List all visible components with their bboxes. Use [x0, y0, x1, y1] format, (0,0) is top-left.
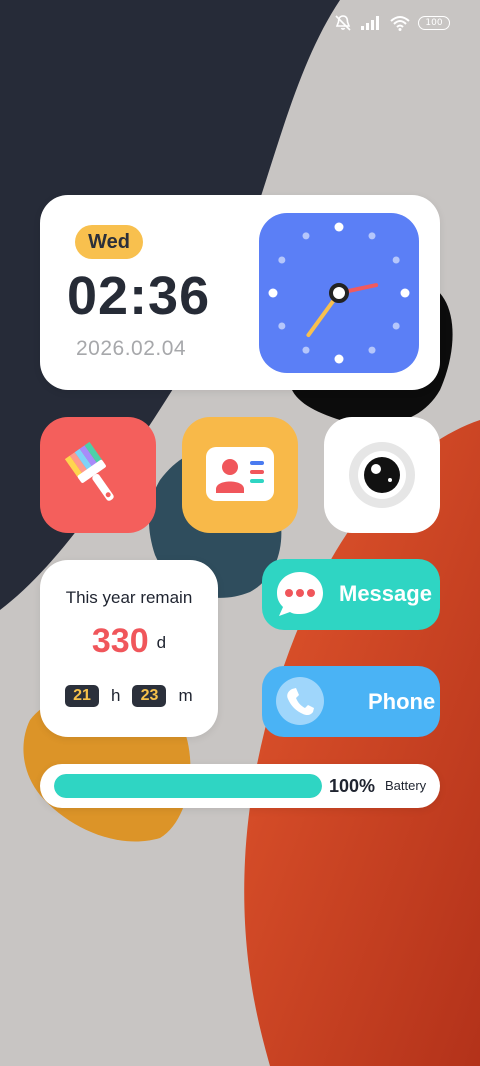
- battery-label: Battery: [385, 778, 427, 793]
- clock-tick: [392, 256, 400, 264]
- phone-button[interactable]: Phone: [262, 666, 440, 737]
- clock-tick: [400, 288, 410, 298]
- contact-card-app-icon[interactable]: [182, 417, 298, 533]
- brush-app-icon[interactable]: [40, 417, 156, 533]
- clock-tick: [334, 354, 344, 364]
- battery-icon: 100: [418, 16, 450, 30]
- paint-brush-icon: [64, 441, 114, 501]
- clock-tick: [302, 346, 310, 354]
- clock-tick: [368, 346, 376, 354]
- year-countdown-widget[interactable]: This year remain 330 d 21 h 23 m: [40, 560, 218, 737]
- hours-unit: h: [111, 686, 121, 705]
- message-button[interactable]: Message: [262, 559, 440, 630]
- clock-tick: [334, 222, 344, 232]
- signal-icon: [360, 15, 382, 31]
- battery-widget[interactable]: 100% Battery: [40, 764, 440, 808]
- clock-tick: [368, 232, 376, 240]
- clock-tick: [392, 322, 400, 330]
- phone-label: Phone: [368, 689, 436, 714]
- chat-bubble-icon: [277, 572, 323, 616]
- battery-percent: 100%: [329, 776, 376, 796]
- camera-lens-icon: [349, 442, 415, 508]
- clock-widget[interactable]: Wed 02:36 2026.02.04: [40, 195, 440, 390]
- clock-tick: [278, 322, 286, 330]
- digital-time: 02:36: [67, 266, 211, 326]
- minutes-unit: m: [178, 686, 193, 705]
- hours-value: 21: [65, 685, 99, 707]
- date-text: 2026.02.04: [76, 337, 187, 360]
- countdown-title: This year remain: [65, 588, 193, 607]
- message-label: Message: [339, 581, 432, 606]
- countdown-hours-minutes: 21 h 23 m: [65, 685, 205, 707]
- clock-hub: [329, 283, 349, 303]
- mute-icon: [334, 14, 352, 32]
- day-badge: Wed: [75, 225, 143, 259]
- wallpaper: [0, 0, 480, 1066]
- camera-app-icon[interactable]: [324, 417, 440, 533]
- clock-tick: [268, 288, 278, 298]
- analog-clock: [259, 213, 419, 373]
- phone-handset-icon: [276, 677, 324, 725]
- minutes-value: 23: [132, 685, 167, 707]
- battery-progress-fill: [54, 774, 322, 798]
- wifi-icon: [390, 15, 410, 31]
- battery-progress-track: [54, 774, 322, 798]
- clock-tick: [302, 232, 310, 240]
- countdown-days: 330 d: [40, 622, 218, 661]
- clock-tick: [278, 256, 286, 264]
- days-value: 330: [91, 622, 149, 660]
- id-card-icon: [206, 447, 274, 501]
- days-unit: d: [156, 633, 167, 652]
- status-bar: 100: [334, 12, 450, 34]
